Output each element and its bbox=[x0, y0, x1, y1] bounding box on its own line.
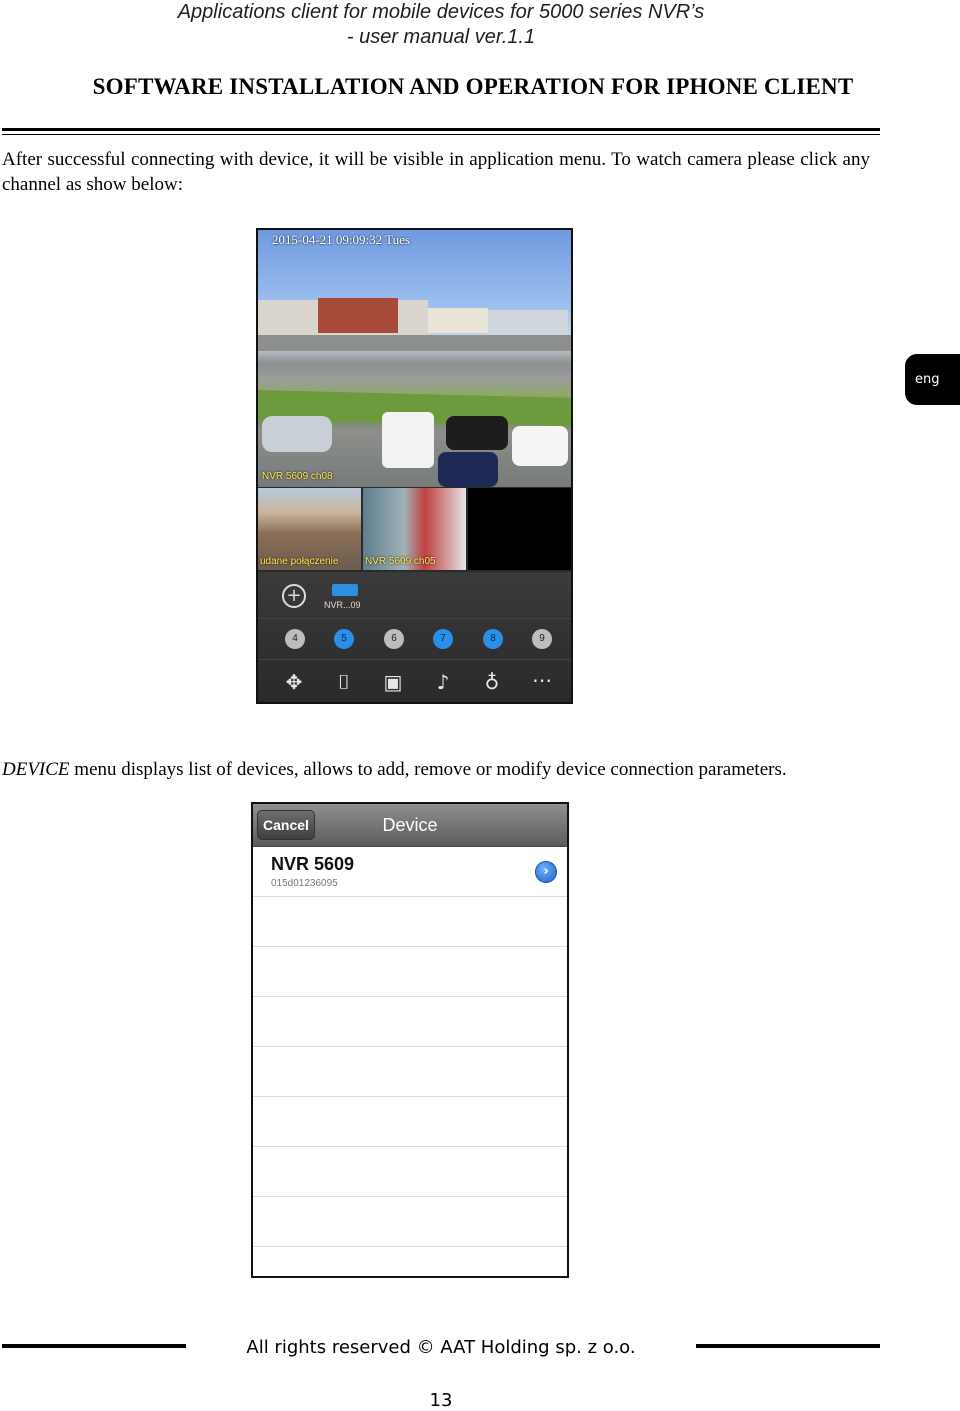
device-list-item[interactable]: NVR 5609 015d01236095 › bbox=[253, 847, 567, 897]
control-toolbar: + NVR...09 4 5 6 7 8 9 ✥ ⌷ ▣ ♪ ♁ ⋯ bbox=[258, 572, 571, 702]
sub-camera-3-empty[interactable] bbox=[468, 488, 571, 570]
nvr-device-icon[interactable] bbox=[332, 584, 358, 596]
disclosure-arrow-icon[interactable]: › bbox=[535, 861, 557, 883]
move-ptz-icon[interactable]: ✥ bbox=[280, 672, 308, 692]
camera-icon[interactable]: ⌷ bbox=[330, 672, 358, 692]
device-term: DEVICE bbox=[2, 759, 70, 780]
cancel-button[interactable]: Cancel bbox=[257, 810, 315, 840]
nvr-device-label: NVR...09 bbox=[324, 600, 361, 610]
channel-button-6[interactable]: 6 bbox=[384, 629, 404, 649]
channel-button-9[interactable]: 9 bbox=[532, 629, 552, 649]
page-number: 13 bbox=[429, 1390, 453, 1411]
empty-list-row bbox=[253, 997, 567, 1047]
section-heading: SOFTWARE INSTALLATION AND OPERATION FOR … bbox=[92, 74, 854, 99]
channel-button-5[interactable]: 5 bbox=[334, 629, 354, 649]
empty-list-row bbox=[253, 1047, 567, 1097]
empty-list-row bbox=[253, 1197, 567, 1247]
empty-list-row bbox=[253, 1097, 567, 1147]
heading-rule-thick bbox=[2, 128, 880, 131]
camera-scene bbox=[258, 298, 571, 487]
sub-camera-1-label: udane połączenie bbox=[260, 556, 339, 567]
microphone-icon[interactable]: ♁ bbox=[478, 672, 506, 692]
live-view-screenshot: 2015-04-21 09:09:32 Tues NVR 5609 ch08 u… bbox=[256, 228, 573, 704]
sub-camera-2-label: NVR 5609 ch05 bbox=[365, 556, 436, 567]
empty-list-row bbox=[253, 897, 567, 947]
device-description: menu displays list of devices, allows to… bbox=[69, 759, 787, 780]
empty-list-row bbox=[253, 1147, 567, 1197]
channel-button-8[interactable]: 8 bbox=[483, 629, 503, 649]
record-icon[interactable]: ▣ bbox=[379, 672, 407, 692]
add-icon[interactable]: + bbox=[282, 584, 306, 608]
device-list-screenshot: Device Cancel NVR 5609 015d01236095 › bbox=[251, 802, 569, 1278]
sub-camera-2[interactable]: NVR 5609 ch05 bbox=[363, 488, 466, 570]
device-serial: 015d01236095 bbox=[271, 878, 338, 889]
action-row: ✥ ⌷ ▣ ♪ ♁ ⋯ bbox=[258, 660, 571, 702]
device-name: NVR 5609 bbox=[271, 854, 355, 874]
main-camera-view[interactable]: 2015-04-21 09:09:32 Tues NVR 5609 ch08 bbox=[258, 230, 571, 487]
device-navbar: Device Cancel bbox=[253, 804, 567, 847]
footer-copyright: All rights reserved © AAT Holding sp. z … bbox=[246, 1337, 636, 1358]
header-line-1: Applications client for mobile devices f… bbox=[177, 1, 705, 23]
main-camera-label: NVR 5609 ch08 bbox=[262, 471, 333, 482]
paragraph-device: DEVICE menu displays list of devices, al… bbox=[2, 757, 870, 782]
language-tab[interactable]: eng bbox=[905, 354, 960, 405]
document-header: Applications client for mobile devices f… bbox=[0, 0, 882, 50]
heading-rule-thin bbox=[2, 134, 880, 135]
channel-button-4[interactable]: 4 bbox=[285, 629, 305, 649]
channel-row: 4 5 6 7 8 9 bbox=[258, 619, 571, 660]
sub-camera-1[interactable]: udane połączenie bbox=[258, 488, 361, 570]
camera-timestamp: 2015-04-21 09:09:32 Tues bbox=[272, 232, 410, 247]
device-row: + NVR...09 bbox=[258, 572, 571, 619]
paragraph-intro: After successful connecting with device,… bbox=[2, 149, 870, 195]
empty-list-row bbox=[253, 947, 567, 997]
header-line-2: - user manual ver.1.1 bbox=[346, 26, 536, 48]
more-icon[interactable]: ⋯ bbox=[528, 670, 556, 690]
channel-button-7[interactable]: 7 bbox=[433, 629, 453, 649]
speaker-icon[interactable]: ♪ bbox=[429, 672, 457, 692]
